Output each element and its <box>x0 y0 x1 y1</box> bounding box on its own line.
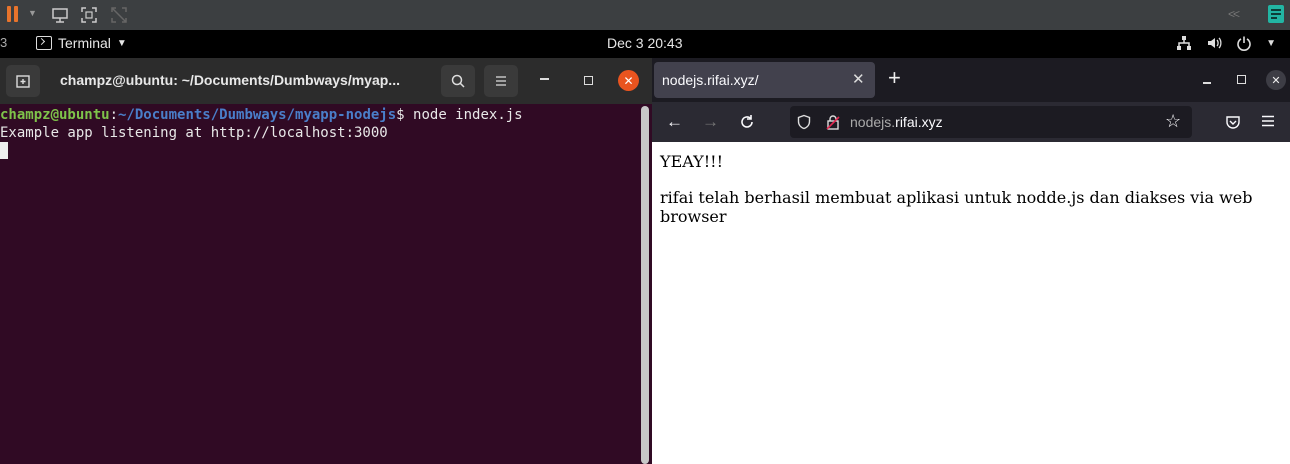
page-heading: YEAY!!! <box>660 152 723 171</box>
hamburger-icon[interactable] <box>1261 115 1275 127</box>
clock[interactable]: Dec 3 20:43 <box>607 35 683 51</box>
tab-title: nodejs.rifai.xyz/ <box>662 72 759 88</box>
page-content: YEAY!!! rifai telah berhasil membuat apl… <box>652 142 1290 253</box>
hamburger-icon <box>496 76 506 86</box>
terminal-title: champz@ubuntu: ~/Documents/Dumbways/myap… <box>60 72 400 88</box>
text-cursor <box>0 142 8 159</box>
terminal-icon <box>36 36 52 50</box>
page-body-text: rifai telah berhasil membuat aplikasi un… <box>660 188 1253 226</box>
pause-icon[interactable] <box>6 6 20 22</box>
new-tab-button[interactable] <box>6 65 40 97</box>
unity-icon[interactable] <box>109 5 129 25</box>
tab-close-icon[interactable]: ✕ <box>852 70 865 88</box>
app-menu[interactable]: Terminal ▼ <box>36 35 127 51</box>
collapse-icon[interactable]: << <box>1228 7 1240 21</box>
new-tab-icon[interactable]: + <box>888 67 901 89</box>
vm-toolbar: ▼ << <box>0 0 1290 30</box>
minimize-button[interactable] <box>540 78 549 80</box>
browser-tab[interactable]: nodejs.rifai.xyz/ ✕ <box>654 62 875 98</box>
terminal-headerbar: champz@ubuntu: ~/Documents/Dumbways/myap… <box>0 58 652 104</box>
star-icon[interactable]: ☆ <box>1165 111 1181 132</box>
maximize-button[interactable] <box>1237 75 1246 84</box>
url-bar[interactable]: nodejs.rifai.xyz ☆ <box>790 106 1192 138</box>
shield-icon[interactable] <box>796 114 812 130</box>
navigation-toolbar: ← → nodejs.rifai.xyz ☆ <box>652 102 1290 142</box>
chevron-down-icon: ▼ <box>116 37 127 49</box>
new-tab-icon <box>16 75 30 88</box>
close-icon: ✕ <box>623 73 634 88</box>
url-host-domain: rifai.xyz <box>895 114 943 130</box>
url-text[interactable]: nodejs.rifai.xyz <box>850 114 943 130</box>
forward-icon[interactable]: → <box>702 112 719 132</box>
network-icon <box>1177 36 1192 50</box>
terminal-window: champz@ubuntu: ~/Documents/Dumbways/myap… <box>0 58 652 464</box>
close-icon: ✕ <box>1271 74 1281 87</box>
browser-window: nodejs.rifai.xyz/ ✕ + ✕ ← → nodejs.rifai… <box>652 58 1290 464</box>
prompt-user: champz@ubuntu <box>0 107 110 123</box>
send-keys-icon[interactable] <box>50 5 70 25</box>
terminal-output[interactable]: champz@ubuntu:~/Documents/Dumbways/myapp… <box>0 106 652 160</box>
close-button[interactable]: ✕ <box>1266 70 1286 90</box>
notes-icon[interactable] <box>1268 5 1284 23</box>
scrollbar[interactable] <box>641 106 649 464</box>
activities-edge[interactable]: 3 <box>0 35 7 50</box>
pocket-icon[interactable] <box>1225 114 1241 130</box>
prompt-separator: : <box>109 107 119 123</box>
search-button[interactable] <box>441 65 475 97</box>
command-output: Example app listening at http://localhos… <box>0 125 388 141</box>
insecure-lock-icon[interactable] <box>826 114 840 130</box>
fullscreen-icon[interactable] <box>79 5 99 25</box>
command-text: node index.js <box>413 107 523 123</box>
menu-button[interactable] <box>484 65 518 97</box>
prompt-symbol: $ <box>396 107 414 123</box>
volume-icon <box>1208 37 1222 49</box>
search-icon <box>451 74 465 88</box>
chevron-down-icon[interactable]: ▼ <box>28 8 37 18</box>
minimize-button[interactable] <box>1203 82 1211 84</box>
power-icon <box>1237 36 1251 51</box>
close-button[interactable]: ✕ <box>618 70 639 91</box>
tab-bar: nodejs.rifai.xyz/ ✕ + ✕ <box>652 58 1290 102</box>
system-status-area[interactable]: ▼ <box>1176 35 1276 51</box>
url-host-prefix: nodejs. <box>850 114 896 130</box>
prompt-path: ~/Documents/Dumbways/myapp-nodejs <box>118 107 397 123</box>
chevron-down-icon: ▼ <box>1266 37 1276 49</box>
maximize-button[interactable] <box>584 76 593 85</box>
gnome-top-bar: 3 Terminal ▼ Dec 3 20:43 ▼ <box>0 30 1290 58</box>
app-menu-label: Terminal <box>58 35 111 51</box>
reload-icon[interactable] <box>738 113 756 131</box>
back-icon[interactable]: ← <box>666 112 683 132</box>
